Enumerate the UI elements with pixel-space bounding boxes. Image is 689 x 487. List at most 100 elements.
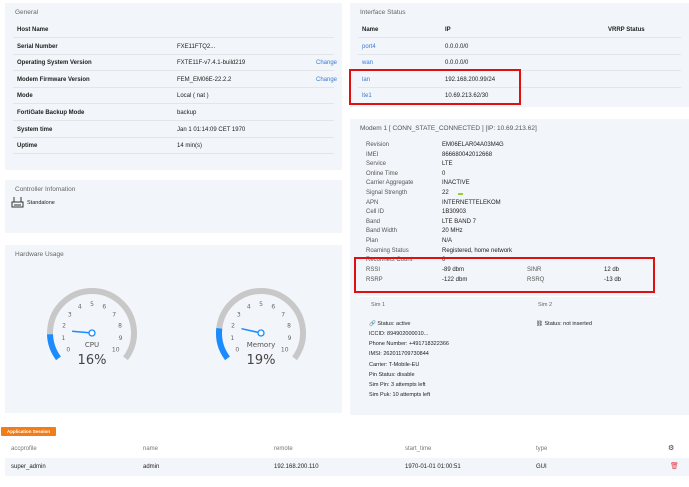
- gauge-hub: [257, 329, 265, 337]
- gauge-tick-label: 1: [231, 335, 235, 342]
- panel-title: Modem 1 [ CONN_STATE_CONNECTED ] [IP: 10…: [360, 125, 537, 132]
- modem-label: Revision: [366, 142, 390, 148]
- modem-value: 20 MHz: [442, 228, 463, 235]
- controller-panel: Controller Infomation Standalone: [5, 180, 342, 233]
- gauge-fill: [47, 334, 61, 361]
- gauge-tick-label: 5: [90, 301, 94, 308]
- sim1-detail: Sim Puk: 10 attempts left: [369, 392, 431, 399]
- modem-label: Service: [366, 161, 387, 168]
- general-row: Modem Firmware Version FEM_EM06E-22.2.2 …: [13, 72, 337, 88]
- cell-start-time: 1970-01-01 01:00:51: [405, 464, 461, 470]
- highlight-box: [354, 257, 655, 293]
- gauge-tick-label: 7: [112, 311, 116, 318]
- row-label: Operating System Version: [17, 60, 92, 67]
- controller-status: Standalone: [27, 200, 55, 206]
- gauge-tick-label: 0: [235, 347, 239, 354]
- modem-row: Plan N/A: [366, 238, 666, 248]
- sim1-detail: ICCID: 894902000010...: [369, 331, 429, 337]
- cell-name: admin: [143, 464, 160, 470]
- row-value: FXE11FTQ2...: [177, 43, 216, 50]
- gauge-hub: [88, 329, 96, 337]
- gauge-tick-label: 8: [118, 322, 122, 329]
- gear-icon[interactable]: ⚙: [668, 444, 674, 452]
- modem-label: Signal Strength: [366, 190, 408, 196]
- row-value: FXTE11F-v7.4.1-build219: [177, 60, 246, 67]
- gauge-tick-label: 3: [237, 311, 241, 318]
- trash-icon[interactable]: 🗑: [670, 462, 679, 470]
- modem-label: Band Width: [366, 228, 398, 235]
- sim2-status: ⛓ Status: not inserted: [536, 321, 592, 327]
- sim2-title: Sim 2: [538, 302, 553, 308]
- row-value: Jan 1 01:14:09 CET 1970: [177, 126, 246, 133]
- gauge-tick-label: 10: [281, 347, 289, 354]
- panel-title: General: [15, 9, 39, 16]
- modem-label: Band: [366, 218, 381, 225]
- modem-value: Registered, home network: [442, 247, 513, 254]
- gauge-tick-label: 8: [287, 322, 291, 329]
- row-value: backup: [177, 110, 197, 116]
- unlink-icon: ⛓: [536, 321, 543, 327]
- row-value: FEM_EM06E-22.2.2: [177, 76, 232, 83]
- col-name: name: [143, 446, 159, 452]
- gauge-tick-label: 10: [112, 347, 120, 354]
- gauge-tick-label: 6: [102, 304, 106, 311]
- interface-header: Name IP VRRP Status: [358, 22, 681, 38]
- modem-row: IMEI 866680042012668: [366, 152, 666, 162]
- modem-row: Service LTE: [366, 161, 666, 171]
- interface-link[interactable]: wan: [362, 60, 373, 66]
- modem-row: Band Width 20 MHz: [366, 228, 666, 238]
- modem-value: 22: [442, 190, 449, 196]
- row-label: Mode: [17, 93, 33, 100]
- col-type: type: [536, 446, 548, 452]
- modem-value: 0: [442, 170, 446, 177]
- general-row: FortiGate Backup Mode backup: [13, 105, 334, 121]
- row-label: Serial Number: [17, 43, 58, 50]
- gauge-label: Memory: [247, 341, 275, 349]
- row-label: Modem Firmware Version: [17, 76, 90, 83]
- sim1-detail: Phone Number: +491718322366: [369, 341, 449, 348]
- modem-row: Band LTE BAND 7: [366, 219, 666, 229]
- gauge-tick-label: 0: [66, 347, 70, 354]
- table-row: super_admin admin 192.168.200.110 1970-0…: [5, 458, 689, 476]
- gauge-tick-label: 2: [231, 322, 235, 329]
- gauge-tick-label: 5: [259, 301, 263, 308]
- general-row: System time Jan 1 01:14:09 CET 1970: [13, 122, 334, 138]
- sim1-title: Sim 1: [371, 302, 386, 308]
- sim1-detail: Pin Status: disable: [369, 371, 415, 378]
- change-link[interactable]: Change: [316, 60, 337, 66]
- modem-value: N/A: [442, 238, 453, 244]
- modem-value: LTE: [442, 161, 453, 168]
- modem-label: Roaming Status: [366, 247, 409, 254]
- modem-label: Cell ID: [366, 209, 385, 216]
- sim1-status: 🔗 Status: active: [369, 321, 410, 327]
- modem-value: 1B30903: [442, 209, 467, 216]
- col-vrrp: VRRP Status: [608, 27, 645, 33]
- router-icon: [11, 197, 24, 208]
- col-name: Name: [362, 27, 379, 33]
- cell-accprofile: super_admin: [11, 464, 46, 470]
- interface-ip: 0.0.0.0/0: [445, 43, 469, 50]
- gauge-tick-label: 2: [62, 322, 66, 329]
- gauge-tick-label: 4: [78, 304, 82, 311]
- hardware-panel: Hardware Usage 0 1 2 3 4 5 6 7 8 9 10 CPU 16% 0 1 2 3 4 5 6…: [5, 245, 342, 413]
- sim2-status-text: Status: not inserted: [544, 321, 592, 327]
- modem-label: Online Time: [366, 170, 399, 177]
- gauge-tick-label: 1: [62, 335, 66, 342]
- panel-title: Interface Status: [360, 9, 406, 16]
- modem-value: INACTIVE: [442, 180, 470, 187]
- session-header: accprofile name remote start_time type ⚙: [5, 443, 689, 455]
- gauge-label: CPU: [85, 341, 99, 349]
- modem-row: Signal Strength 22: [366, 190, 666, 200]
- sim1-detail: IMSI: 262011709730844: [369, 351, 429, 358]
- col-start-time: start_time: [405, 446, 432, 452]
- modem-row: Carrier Aggregate INACTIVE: [366, 180, 666, 190]
- row-label: Host Name: [17, 27, 49, 33]
- gauge-tick-label: 6: [271, 304, 275, 311]
- general-row: Operating System Version FXTE11F-v7.4.1-…: [13, 55, 337, 72]
- modem-value: INTERNETTELEKOM: [442, 199, 501, 206]
- general-row: Host Name: [13, 22, 334, 38]
- row-label: Uptime: [17, 143, 38, 150]
- change-link[interactable]: Change: [316, 77, 337, 83]
- gauge-tick-label: 9: [119, 335, 123, 342]
- interface-link[interactable]: port4: [362, 44, 376, 50]
